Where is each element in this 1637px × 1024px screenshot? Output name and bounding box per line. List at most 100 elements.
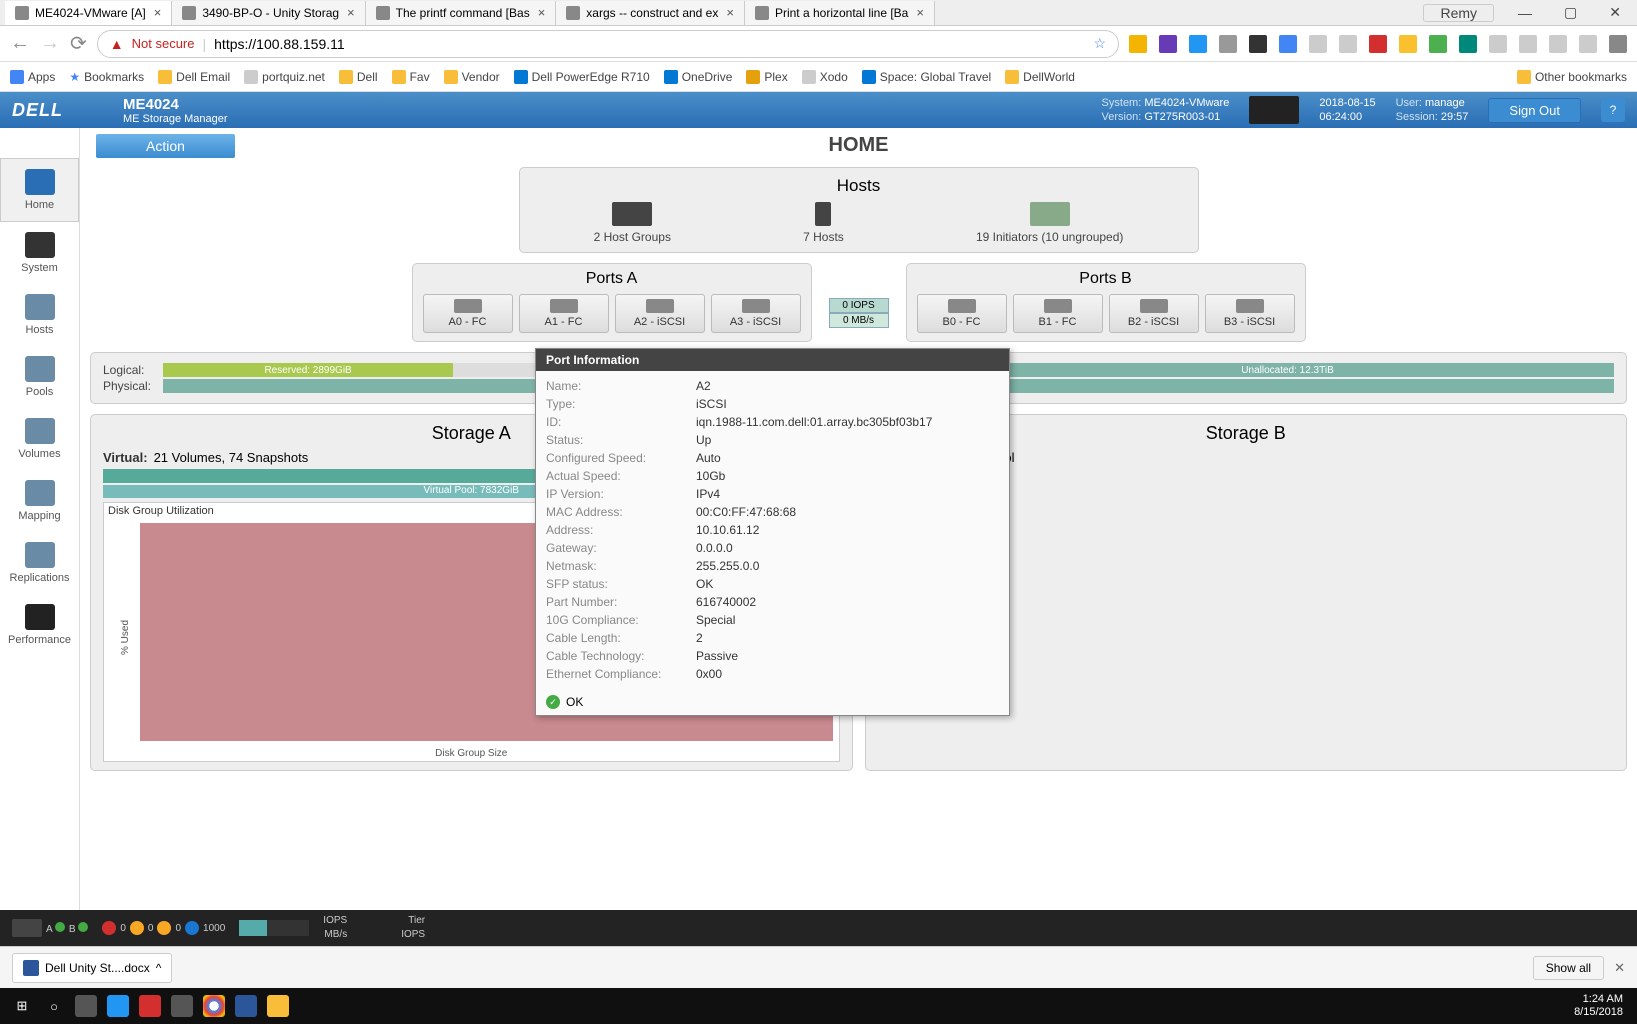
- maximize-icon[interactable]: ▢: [1548, 4, 1593, 21]
- sidebar-item-volumes[interactable]: Volumes: [0, 408, 79, 470]
- bookmark-item[interactable]: Dell Email: [158, 70, 230, 84]
- browser-tab-1[interactable]: 3490-BP-O - Unity Storag×: [172, 1, 365, 25]
- ext-icon[interactable]: [1279, 35, 1297, 53]
- bookmark-star-icon[interactable]: ☆: [1093, 35, 1106, 52]
- bookmark-item[interactable]: Xodo: [802, 70, 848, 84]
- bookmark-item[interactable]: portquiz.net: [244, 70, 325, 84]
- ext-icon[interactable]: [1189, 35, 1207, 53]
- hba-icon: [1030, 202, 1070, 226]
- reload-icon[interactable]: ⟳: [70, 31, 87, 56]
- signout-button[interactable]: Sign Out: [1488, 98, 1581, 123]
- show-all-button[interactable]: Show all: [1533, 956, 1604, 980]
- taskbar-app[interactable]: [134, 991, 166, 1021]
- port-a3[interactable]: A3 - iSCSI: [711, 294, 801, 333]
- tooltip-row: Gateway:0.0.0.0: [546, 539, 999, 557]
- alert-counts[interactable]: 0 0 0 1000: [102, 921, 225, 935]
- ext-icon[interactable]: [1519, 35, 1537, 53]
- system-graphic-icon: [1249, 96, 1299, 124]
- host-initiators[interactable]: 19 Initiators (10 ungrouped): [976, 202, 1123, 244]
- system-clock[interactable]: 1:24 AM 8/15/2018: [1574, 993, 1631, 1019]
- ext-icon[interactable]: [1129, 35, 1147, 53]
- bookmark-item[interactable]: Dell: [339, 70, 378, 84]
- tooltip-row: Part Number:616740002: [546, 593, 999, 611]
- ext-icon[interactable]: [1429, 35, 1447, 53]
- chevron-up-icon[interactable]: ^: [156, 961, 162, 975]
- back-icon[interactable]: ←: [10, 32, 30, 55]
- bookmark-item[interactable]: Fav: [392, 70, 430, 84]
- close-icon[interactable]: ×: [916, 5, 924, 20]
- status-bar: A B 0 0 0 1000 IOPSMB/s TierIOPS: [0, 910, 1637, 946]
- browser-tab-4[interactable]: Print a horizontal line [Ba×: [745, 1, 935, 25]
- ext-icon[interactable]: [1399, 35, 1417, 53]
- host-count[interactable]: 7 Hosts: [803, 202, 844, 244]
- cortana-icon[interactable]: ○: [38, 991, 70, 1021]
- chrome-taskbar-icon[interactable]: [198, 991, 230, 1021]
- minimize-icon[interactable]: —: [1502, 5, 1548, 21]
- close-icon[interactable]: ×: [154, 5, 162, 20]
- host-groups[interactable]: 2 Host Groups: [594, 202, 671, 244]
- dg-y-axis: % Used: [120, 620, 131, 655]
- sidebar-item-mapping[interactable]: Mapping: [0, 470, 79, 532]
- sidebar-item-replications[interactable]: Replications: [0, 532, 79, 594]
- port-b0[interactable]: B0 - FC: [917, 294, 1007, 333]
- ext-icon[interactable]: [1489, 35, 1507, 53]
- bookmark-item[interactable]: Vendor: [444, 70, 500, 84]
- bookmark-item[interactable]: Plex: [746, 70, 787, 84]
- port-a0[interactable]: A0 - FC: [423, 294, 513, 333]
- menu-icon[interactable]: [1609, 35, 1627, 53]
- browser-tab-2[interactable]: The printf command [Bas×: [366, 1, 557, 25]
- ext-icon[interactable]: [1339, 35, 1357, 53]
- ext-icon[interactable]: [1249, 35, 1267, 53]
- browser-user[interactable]: Remy: [1423, 4, 1494, 22]
- port-icon: [742, 299, 770, 313]
- ext-icon[interactable]: [1219, 35, 1237, 53]
- url-text: https://100.88.159.11: [214, 36, 345, 52]
- other-bookmarks[interactable]: Other bookmarks: [1517, 70, 1627, 84]
- ext-icon[interactable]: [1369, 35, 1387, 53]
- bookmark-item[interactable]: Space: Global Travel: [862, 70, 991, 84]
- bookmark-item[interactable]: ★Bookmarks: [69, 70, 144, 84]
- action-button[interactable]: Action: [96, 134, 235, 158]
- port-b3[interactable]: B3 - iSCSI: [1205, 294, 1295, 333]
- browser-tab-0[interactable]: ME4024-VMware [A]×: [5, 1, 172, 25]
- close-icon[interactable]: ×: [538, 5, 546, 20]
- ext-icon[interactable]: [1549, 35, 1567, 53]
- close-icon[interactable]: ×: [726, 5, 734, 20]
- taskbar-app[interactable]: [102, 991, 134, 1021]
- bookmarks-bar: Apps ★Bookmarks Dell Email portquiz.net …: [0, 62, 1637, 92]
- start-button[interactable]: ⊞: [6, 991, 38, 1021]
- ext-icon[interactable]: [1309, 35, 1327, 53]
- port-b1[interactable]: B1 - FC: [1013, 294, 1103, 333]
- task-view-icon[interactable]: [70, 991, 102, 1021]
- taskbar-app[interactable]: [166, 991, 198, 1021]
- bookmark-apps[interactable]: Apps: [10, 70, 55, 84]
- close-icon[interactable]: ×: [347, 5, 355, 20]
- bookmark-item[interactable]: Dell PowerEdge R710: [514, 70, 650, 84]
- help-button[interactable]: ?: [1601, 98, 1625, 122]
- sidebar-item-home[interactable]: Home: [0, 158, 79, 222]
- ext-icon[interactable]: [1579, 35, 1597, 53]
- bookmark-item[interactable]: DellWorld: [1005, 70, 1075, 84]
- activity-bar: [239, 920, 309, 936]
- bookmark-item[interactable]: OneDrive: [664, 70, 733, 84]
- ext-icon[interactable]: [1459, 35, 1477, 53]
- controller-status[interactable]: A B: [12, 919, 88, 937]
- word-taskbar-icon[interactable]: [230, 991, 262, 1021]
- port-a2[interactable]: A2 - iSCSI: [615, 294, 705, 333]
- sidebar-item-pools[interactable]: Pools: [0, 346, 79, 408]
- sidebar-item-hosts[interactable]: Hosts: [0, 284, 79, 346]
- browser-tab-3[interactable]: xargs -- construct and ex×: [556, 1, 745, 25]
- hosts-icon: [25, 294, 55, 320]
- port-b2[interactable]: B2 - iSCSI: [1109, 294, 1199, 333]
- ext-icon[interactable]: [1159, 35, 1177, 53]
- warning-icon: [130, 921, 144, 935]
- download-chip[interactable]: Dell Unity St....docx ^: [12, 953, 172, 983]
- close-download-bar[interactable]: ✕: [1614, 960, 1625, 976]
- port-a1[interactable]: A1 - FC: [519, 294, 609, 333]
- sidebar-item-performance[interactable]: Performance: [0, 594, 79, 656]
- close-window-icon[interactable]: ✕: [1593, 4, 1637, 21]
- url-input[interactable]: ▲ Not secure | https://100.88.159.11 ☆: [97, 30, 1119, 58]
- sidebar-item-system[interactable]: System: [0, 222, 79, 284]
- explorer-taskbar-icon[interactable]: [262, 991, 294, 1021]
- forward-icon[interactable]: →: [40, 32, 60, 55]
